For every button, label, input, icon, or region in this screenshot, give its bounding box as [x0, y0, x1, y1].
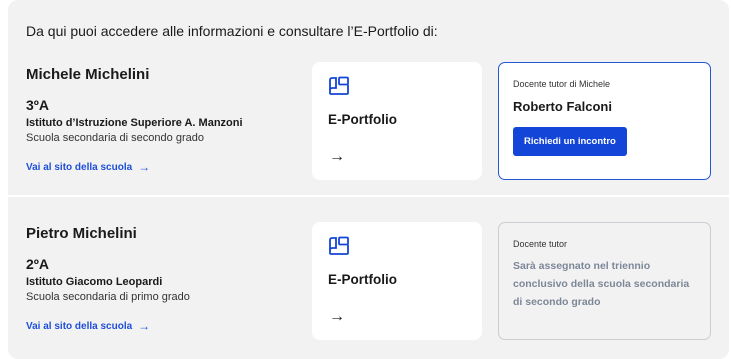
school-name: Istituto Giacomo Leopardi [26, 276, 163, 288]
school-site-link[interactable]: Vai al sito della scuola → [26, 319, 150, 333]
arrow-right-icon: → [138, 319, 151, 333]
school-site-link-label: Vai al sito della scuola [26, 320, 133, 332]
tutor-pending-message: Sarà assegnato nel triennio conclusivo d… [513, 260, 690, 308]
arrow-right-icon: → [138, 160, 151, 174]
eportfolio-card-michele[interactable]: E-Portfolio → [312, 62, 482, 180]
eportfolio-label: E-Portfolio [328, 112, 397, 127]
arrow-right-icon: → [329, 308, 345, 325]
student-name: Pietro Michelini [26, 225, 137, 242]
student-class: 2ºA [26, 256, 50, 272]
student-class: 3ºA [26, 97, 50, 113]
school-name: Istituto d’Istruzione Superiore A. Manzo… [26, 117, 243, 129]
eportfolio-card-pietro[interactable]: E-Portfolio → [312, 222, 482, 340]
school-site-link-label: Vai al sito della scuola [26, 161, 133, 173]
request-meeting-button[interactable]: Richiedi un incontro [513, 127, 627, 156]
tutor-caption: Docente tutor di Michele [513, 79, 611, 89]
intro-text: Da qui puoi accedere alle informazioni e… [26, 23, 438, 39]
tutor-name: Roberto Falconi [513, 99, 612, 114]
student-name: Michele Michelini [26, 66, 150, 83]
school-type: Scuola secondaria di primo grado [26, 291, 190, 303]
school-type: Scuola secondaria di secondo grado [26, 132, 204, 144]
eportfolio-label: E-Portfolio [328, 272, 397, 287]
student-info-pietro: Pietro Michelini 2ºA Istituto Giacomo Le… [26, 225, 190, 334]
portfolio-book-icon [329, 236, 349, 255]
student-info-michele: Michele Michelini 3ºA Istituto d’Istruzi… [26, 66, 243, 175]
portfolio-book-icon [329, 76, 349, 95]
tutor-caption: Docente tutor [513, 239, 568, 249]
tutor-card-michele: Docente tutor di Michele Roberto Falconi… [498, 62, 711, 180]
tutor-card-pietro: Docente tutor Sarà assegnato nel trienni… [498, 222, 711, 340]
section-divider [8, 195, 729, 197]
arrow-right-icon: → [329, 148, 345, 165]
school-site-link[interactable]: Vai al sito della scuola → [26, 160, 150, 174]
